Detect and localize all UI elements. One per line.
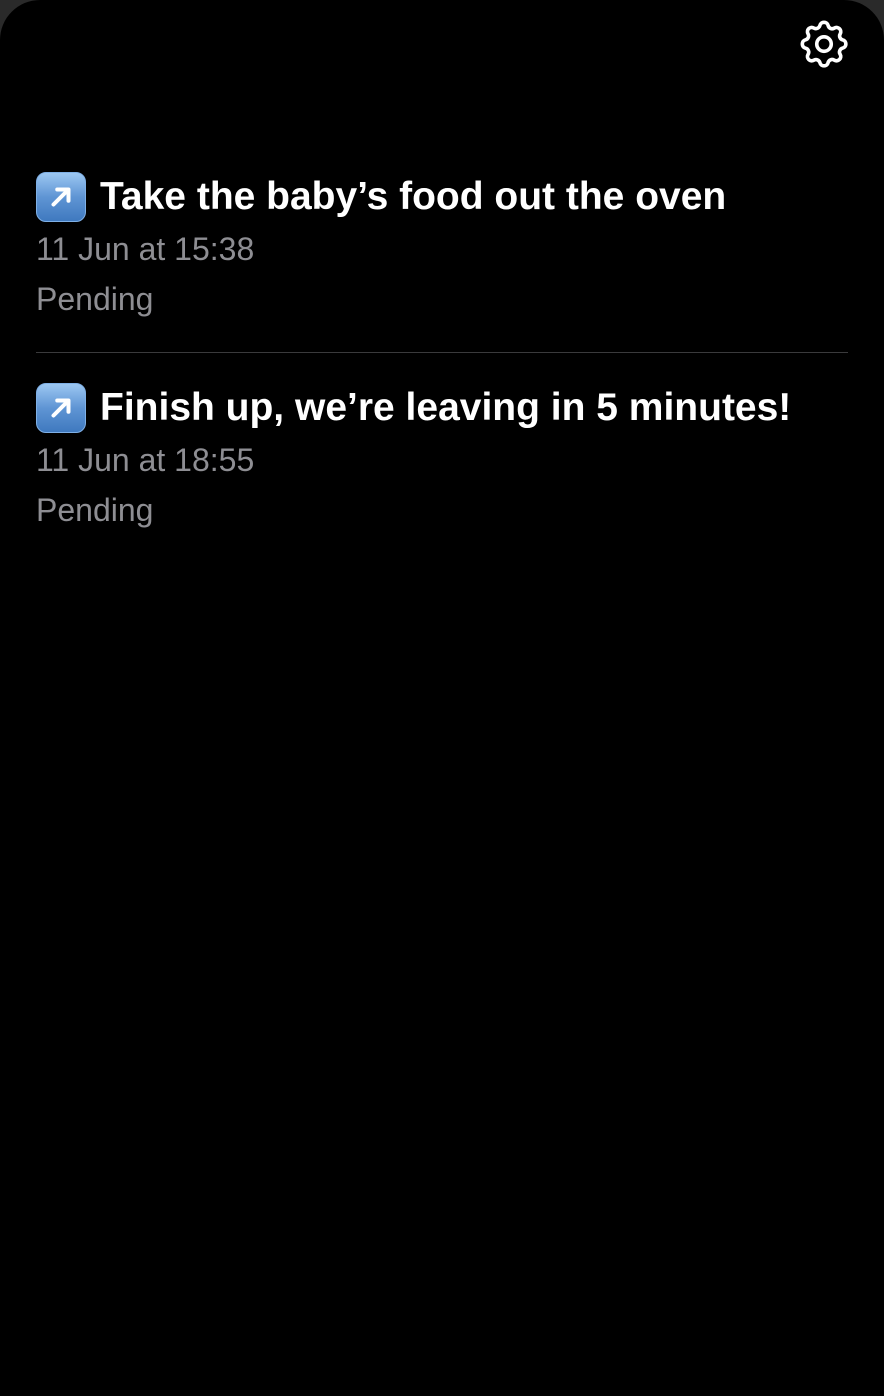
gear-icon	[800, 20, 848, 68]
item-title-row: Finish up, we’re leaving in 5 minutes!	[36, 381, 848, 435]
reminder-list: Take the baby’s food out the oven 11 Jun…	[36, 170, 848, 535]
item-status: Pending	[36, 492, 154, 528]
app-screen: Take the baby’s food out the oven 11 Jun…	[0, 0, 884, 1396]
item-title: Take the baby’s food out the oven	[100, 175, 727, 218]
list-item[interactable]: Take the baby’s food out the oven 11 Jun…	[36, 170, 848, 324]
settings-button[interactable]	[794, 14, 854, 74]
item-title: Finish up, we’re leaving in 5 minutes!	[100, 386, 792, 429]
item-title-row: Take the baby’s food out the oven	[36, 170, 848, 224]
list-item[interactable]: Finish up, we’re leaving in 5 minutes! 1…	[36, 381, 848, 535]
divider	[36, 352, 848, 353]
item-datetime: 11 Jun at 15:38	[36, 231, 255, 267]
up-right-arrow-icon	[36, 383, 86, 433]
up-right-arrow-icon	[36, 172, 86, 222]
item-datetime: 11 Jun at 18:55	[36, 442, 255, 478]
item-status: Pending	[36, 281, 154, 317]
